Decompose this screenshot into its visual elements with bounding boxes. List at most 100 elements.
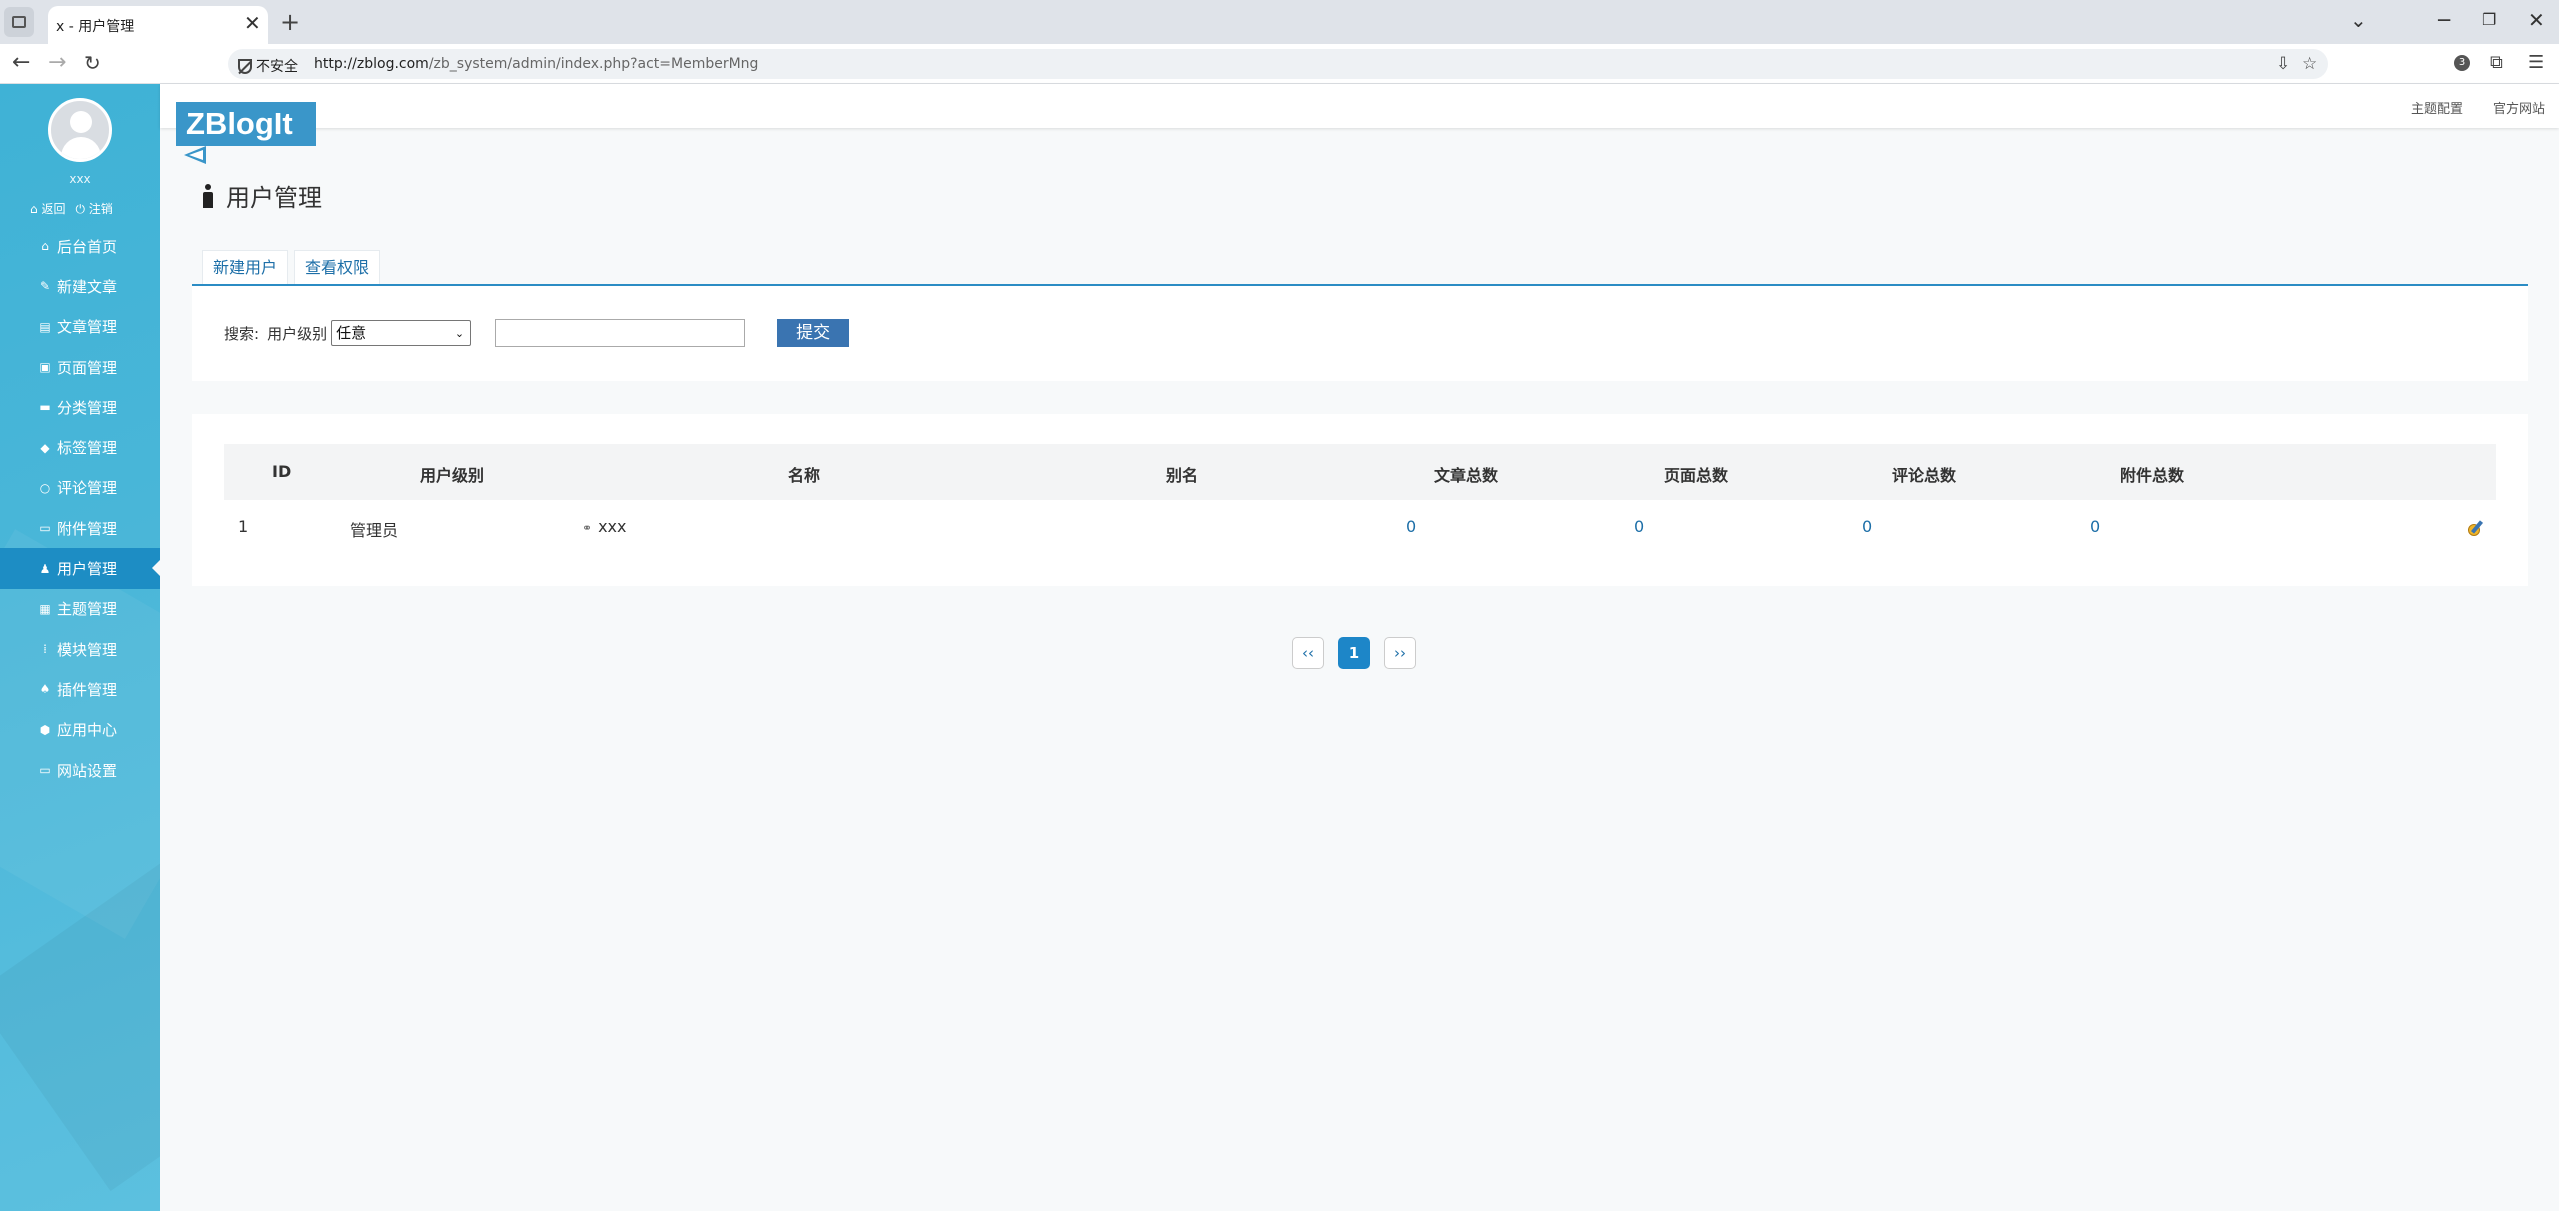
sidebar-item-tags[interactable]: ◆ 标签管理 [0,427,160,467]
col-id: ID [272,462,292,481]
cell-attachments[interactable]: 0 [2090,517,2100,536]
url-bar[interactable]: 不安全 http://zblog.com/zb_system/admin/ind… [228,49,2328,79]
close-window-icon[interactable]: ✕ [2528,8,2545,32]
col-articles: 文章总数 [1434,466,1499,485]
pagination: ‹‹ 1 ›› [1292,637,1416,669]
sidebar-item-themes[interactable]: ▦ 主题管理 [0,589,160,629]
edit-icon: ✎ [39,279,51,294]
sidebar-item-modules[interactable]: ⁞ 模块管理 [0,629,160,669]
module-icon: ⁞ [43,642,47,657]
tab-new-user[interactable]: 新建用户 [202,250,289,284]
sidebar-item-home[interactable]: ⌂ 后台首页 [0,226,160,266]
browser-tab[interactable]: x - 用户管理 ✕ [48,6,268,44]
person-icon: ♟ [39,561,51,576]
col-level: 用户级别 [420,466,485,485]
attachment-icon: ▭ [39,521,51,536]
user-level-label: 用户级别 [267,324,328,343]
official-site-link[interactable]: 官方网站 [2493,98,2545,117]
sidebar-user-links: ⌂ 返回 ⏻ 注销 [30,200,113,217]
tab-title: x - 用户管理 [56,19,135,35]
sidebar-item-categories[interactable]: ▬ 分类管理 [0,387,160,427]
link-icon: ⚭ [582,521,593,535]
submit-button[interactable]: 提交 [777,319,850,347]
address-bar-row: ← → ↻ 不安全 http://zblog.com/zb_system/adm… [0,44,2559,84]
sidebar-item-plugins[interactable]: ♠ 插件管理 [0,669,160,709]
theme-icon: ▦ [39,601,51,616]
page-title: 用户管理 [202,178,322,213]
reload-icon[interactable]: ↻ [84,50,101,76]
sidebar: xxx ⌂ 返回 ⏻ 注销 ⌂ 后台首页 ✎ 新建文章 ▤ 文章管理 ▣ 页面管理 ▬ 分… [0,84,160,1211]
next-page-button[interactable]: ›› [1384,637,1416,669]
chevron-down-icon: ⌄ [454,327,465,340]
home-icon: ⌂ [30,202,38,216]
cell-pages[interactable]: 0 [1634,517,1644,536]
header-links: 主题配置 官方网站 [2411,98,2545,117]
back-icon[interactable]: ← [12,50,30,76]
plugin-icon: ♠ [39,682,51,697]
user-level-select[interactable]: 任意 ⌄ [331,320,472,346]
url-text[interactable]: http://zblog.com/zb_system/admin/index.p… [314,56,758,72]
prev-page-button[interactable]: ‹‹ [1292,637,1324,669]
edit-user-icon[interactable] [2468,520,2484,536]
sidebar-item-new-article[interactable]: ✎ 新建文章 [0,266,160,306]
security-indicator[interactable]: 不安全 [238,56,298,76]
tab-actions-icon[interactable] [4,7,34,37]
user-level-selected: 任意 [336,324,367,342]
minimize-icon[interactable]: ─ [2438,8,2450,32]
sidebar-item-attachments[interactable]: ▭ 附件管理 [0,508,160,548]
sidebar-item-users[interactable]: ♟ 用户管理 [0,548,160,589]
sidebar-menu: ⌂ 后台首页 ✎ 新建文章 ▤ 文章管理 ▣ 页面管理 ▬ 分类管理 ◆ 标签管理 ○ 评论管… [0,226,160,790]
sidebar-item-pages[interactable]: ▣ 页面管理 [0,347,160,387]
logout-link-label: 注销 [88,202,113,216]
col-name: 名称 [788,466,821,485]
tab-close-icon[interactable]: ✕ [244,12,261,34]
sidebar-item-comments[interactable]: ○ 评论管理 [0,468,160,508]
search-input[interactable] [495,319,746,347]
current-page-button[interactable]: 1 [1338,637,1370,669]
tag-icon: ◆ [40,440,50,455]
search-row: 搜索: 用户级别 任意 ⌄ 提交 [224,319,850,347]
browser-menu-icon[interactable]: ☰ [2528,52,2544,74]
insecure-label: 不安全 [256,59,298,75]
pages-icon: ▣ [39,360,51,375]
sub-tabs: 新建用户 查看权限 [202,250,381,284]
settings-icon: ▭ [39,763,51,777]
search-panel: 搜索: 用户级别 任意 ⌄ 提交 [192,286,2528,381]
back-link[interactable]: ⌂ 返回 [30,200,65,217]
sidebar-item-app-center[interactable]: ⬢ 应用中心 [0,710,160,750]
sidebar-item-articles[interactable]: ▤ 文章管理 [0,307,160,347]
extension-badge[interactable]: 3 [2454,55,2470,71]
cell-level: 管理员 [350,521,399,540]
restore-icon[interactable]: ❐ [2482,8,2496,32]
extensions-icon[interactable]: ⧉ [2490,52,2503,74]
logo-arrow-icon [184,146,206,164]
cell-comments[interactable]: 0 [1862,517,1872,536]
forward-icon[interactable]: → [48,50,66,76]
sidebar-item-settings[interactable]: ▭ 网站设置 [0,750,160,790]
tab-list-chevron-icon[interactable]: ⌄ [2350,8,2367,32]
folder-icon: ▬ [39,400,51,415]
site-logo[interactable]: ZBlogIt [176,102,316,146]
avatar[interactable] [48,98,112,162]
power-icon: ⏻ [75,202,85,216]
app-center-icon: ⬢ [39,722,51,737]
tab-view-permissions[interactable]: 查看权限 [294,250,381,284]
col-alias: 别名 [1166,466,1199,485]
bookmark-star-icon[interactable]: ☆ [2302,55,2317,73]
cell-name-link[interactable]: ⚭ xxx [582,517,626,536]
col-pages: 页面总数 [1664,466,1729,485]
cell-articles[interactable]: 0 [1406,517,1416,536]
page-title-text: 用户管理 [226,184,322,212]
install-app-icon[interactable]: ⇩ [2276,55,2290,73]
new-tab-button[interactable]: + [280,8,300,36]
theme-config-link[interactable]: 主题配置 [2411,98,2463,117]
table-header: ID 用户级别 名称 别名 文章总数 页面总数 评论总数 附件总数 [224,444,2496,500]
user-table: ID 用户级别 名称 别名 文章总数 页面总数 评论总数 附件总数 1 管理员 … [192,414,2528,586]
cell-id: 1 [238,517,249,536]
person-icon [202,183,214,208]
sidebar-username: xxx [69,172,91,186]
browser-tab-bar: x - 用户管理 ✕ + ⌄ ─ ❐ ✕ [0,0,2559,44]
logout-link[interactable]: ⏻ 注销 [75,200,112,217]
col-attachments: 附件总数 [2120,466,2185,485]
url-path: /zb_system/admin/index.php?act=MemberMng [428,56,759,72]
